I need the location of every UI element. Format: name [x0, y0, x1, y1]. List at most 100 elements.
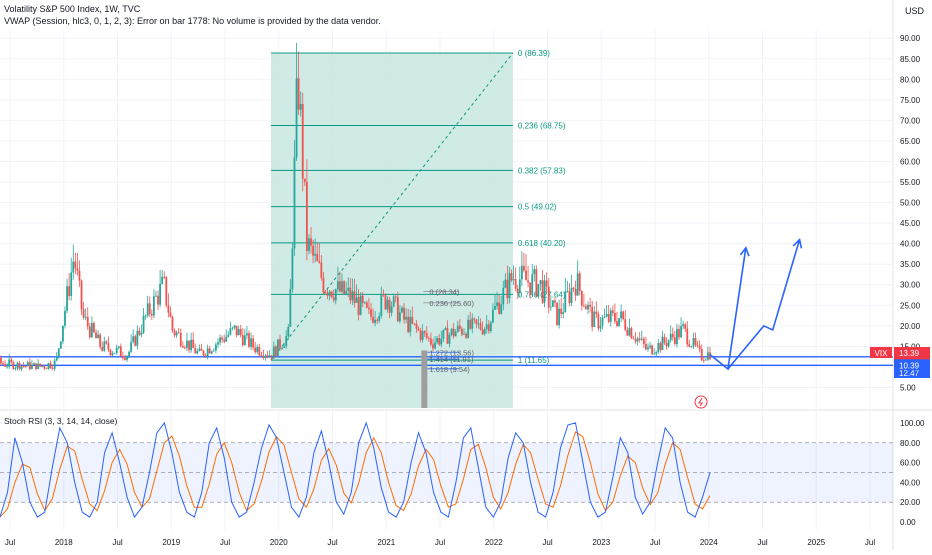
candle-body: [492, 309, 494, 323]
y-tick-label: 20.00: [900, 322, 921, 331]
candle-body: [628, 328, 631, 336]
y-tick-label: 60.00: [900, 157, 921, 166]
candle-body: [90, 323, 93, 338]
candle-body: [289, 289, 292, 327]
candle-body: [444, 328, 447, 330]
candle-body: [6, 366, 9, 368]
candle-body: [45, 368, 48, 370]
candle-body: [469, 319, 472, 329]
candle-body: [250, 338, 252, 347]
candle-body: [246, 333, 248, 336]
x-tick-label: 2025: [807, 538, 825, 547]
candle-body: [425, 333, 428, 338]
candle-body: [669, 333, 672, 341]
y-tick-label: 35.00: [900, 260, 921, 269]
candle-body: [574, 288, 577, 296]
candle-body: [43, 366, 46, 369]
candle-body: [124, 358, 126, 360]
candle-body: [2, 363, 4, 365]
candle-body: [175, 332, 178, 336]
small-fib-label: 0 (28.34): [429, 288, 460, 297]
candle-body: [663, 336, 666, 343]
candle-body: [258, 346, 261, 355]
candle-body: [349, 287, 352, 301]
candle-body: [516, 288, 519, 294]
candle-body: [76, 268, 79, 271]
candle-body: [97, 334, 99, 339]
candle-body: [299, 103, 302, 110]
candle-body: [551, 300, 554, 307]
candle-body: [653, 353, 656, 355]
candle-body: [8, 359, 11, 367]
candle-body: [599, 325, 602, 329]
candle-body: [330, 291, 333, 298]
candle-body: [392, 296, 395, 307]
candle-body: [347, 287, 350, 291]
candle-body: [322, 277, 325, 293]
candle-body: [190, 339, 193, 351]
candle-body: [287, 326, 290, 337]
candle-body: [159, 283, 161, 305]
candle-body: [95, 332, 97, 339]
candle-body: [614, 313, 616, 322]
candle-body: [448, 334, 451, 344]
candle-body: [680, 326, 682, 338]
chart-svg[interactable]: Jul 2018 Jul 2019 Jul 2020 Jul 2021 Jul 2022 Jul 20…: [0, 0, 932, 550]
candle-body: [570, 287, 573, 304]
candle-body: [539, 280, 542, 285]
candle-body: [49, 363, 52, 369]
candle-body: [339, 281, 341, 292]
candle-body: [202, 350, 205, 356]
candle-body: [649, 345, 651, 348]
candle-body: [688, 344, 691, 347]
candle-body: [186, 340, 188, 348]
candle-body: [423, 331, 426, 334]
candle-body: [549, 306, 552, 308]
y-tick-label: 85.00: [900, 55, 921, 64]
candle-body: [665, 342, 668, 347]
candle-body: [504, 279, 507, 288]
candle-body: [622, 311, 625, 320]
candle-body: [243, 335, 246, 346]
candle-body: [372, 316, 374, 323]
candle-body: [419, 330, 422, 340]
candle-body: [314, 253, 317, 256]
fib-level-label: 0.236 (68.75): [518, 122, 566, 131]
candle-body: [645, 344, 647, 350]
price-label-text: 12.47: [899, 369, 920, 378]
candle-body: [384, 295, 387, 310]
candle-body: [473, 318, 476, 320]
candle-body: [694, 338, 697, 345]
candle-body: [221, 337, 224, 340]
candle-body: [167, 305, 170, 313]
chart-title: Volatility S&P 500 Index, 1W, TVC: [4, 4, 141, 14]
candle-body: [413, 323, 416, 325]
candle-body: [430, 338, 432, 345]
candle-body: [179, 332, 182, 346]
candle-body: [109, 349, 112, 356]
lightning-icon[interactable]: [694, 395, 708, 409]
candle-body: [438, 338, 441, 345]
candle-body: [115, 347, 118, 353]
candle-body: [518, 279, 521, 294]
candle-body: [616, 321, 618, 327]
candle-body: [611, 310, 614, 314]
candle-body: [192, 339, 195, 348]
candle-body: [465, 333, 467, 338]
candle-body: [86, 316, 89, 327]
candle-body: [702, 360, 705, 362]
y-tick-label: 75.00: [900, 96, 921, 105]
candle-body: [198, 348, 201, 351]
candle-body: [456, 325, 459, 332]
candle-body: [134, 336, 137, 346]
fib-level-label: 0.5 (49.02): [518, 203, 557, 212]
candle-body: [268, 355, 271, 357]
x-tick-label: 2019: [162, 538, 180, 547]
candle-body: [620, 311, 623, 319]
candle-body: [543, 280, 546, 303]
candle-body: [357, 297, 360, 315]
candle-body: [35, 363, 37, 369]
indicator-line: VWAP (Session, hlc3, 0, 1, 2, 3): Error …: [4, 16, 381, 26]
candle-body: [698, 345, 701, 350]
candle-body: [157, 295, 159, 305]
